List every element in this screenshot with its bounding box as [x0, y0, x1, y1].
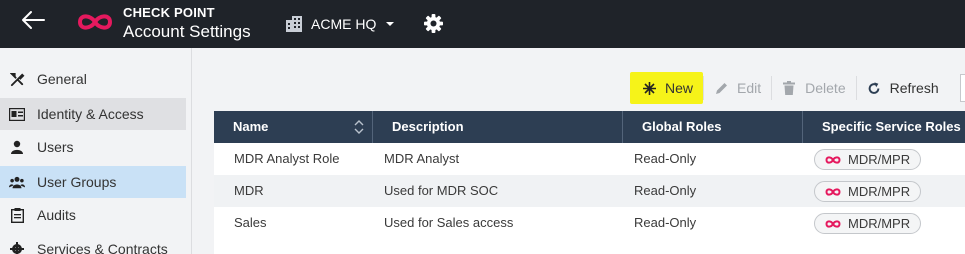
sidebar-item-general[interactable]: General — [0, 63, 186, 95]
service-role-label: MDR/MPR — [848, 184, 911, 199]
cell-global-roles: Read-Only — [634, 151, 697, 166]
back-arrow-icon[interactable] — [20, 9, 46, 31]
service-role-badge: MDR/MPR — [814, 181, 922, 202]
column-header-label: Global Roles — [642, 119, 722, 134]
sort-icon[interactable] — [354, 120, 364, 134]
service-role-label: MDR/MPR — [848, 216, 911, 231]
sidebar-nav: General Identity & Access Users User Gro… — [0, 48, 192, 254]
top-header: CHECK POINT Account Settings ACME HQ — [0, 0, 965, 48]
column-header-name[interactable]: Name — [214, 111, 372, 143]
cell-name: MDR Analyst Role — [234, 151, 340, 166]
brand-name: CHECK POINT — [123, 5, 215, 20]
sparkle-icon — [642, 81, 656, 95]
table-row[interactable]: MDR Used for MDR SOC Read-Only MDR/MPR — [214, 175, 965, 207]
new-button[interactable]: New — [630, 72, 704, 104]
cell-description: MDR Analyst — [384, 151, 460, 166]
tools-icon — [9, 71, 25, 87]
edit-button[interactable]: Edit — [704, 72, 771, 104]
refresh-button[interactable]: Refresh — [857, 72, 949, 104]
users-icon — [9, 174, 25, 190]
search-input[interactable] — [960, 74, 965, 102]
service-role-badge: MDR/MPR — [814, 149, 922, 170]
column-header-global-roles[interactable]: Global Roles — [622, 111, 802, 143]
cell-description: Used for Sales access — [384, 215, 514, 230]
sidebar-item-label: General — [37, 71, 87, 87]
user-groups-table: Name Description Global Roles Specific S… — [214, 111, 965, 254]
column-header-label: Specific Service Roles — [822, 119, 961, 134]
sidebar-item-services-contracts[interactable]: Services & Contracts — [0, 233, 186, 254]
column-header-description[interactable]: Description — [372, 111, 622, 143]
cell-global-roles: Read-Only — [634, 215, 697, 230]
refresh-button-label: Refresh — [889, 80, 939, 96]
cell-global-roles: Read-Only — [634, 183, 697, 198]
table-row[interactable]: MDR Analyst Role MDR Analyst Read-Only M… — [214, 143, 965, 175]
service-role-label: MDR/MPR — [848, 152, 911, 167]
trash-icon — [782, 81, 796, 95]
table-header: Name Description Global Roles Specific S… — [214, 111, 965, 143]
refresh-icon — [867, 81, 881, 95]
sidebar-item-label: User Groups — [37, 174, 117, 190]
caret-down-icon — [386, 22, 395, 26]
environment-selector[interactable]: ACME HQ — [285, 14, 395, 34]
user-icon — [9, 139, 25, 155]
id-card-icon — [9, 106, 25, 122]
page-title: Account Settings — [123, 22, 251, 41]
service-role-badge: MDR/MPR — [814, 213, 922, 234]
table-row[interactable]: Sales Used for Sales access Read-Only MD… — [214, 207, 965, 239]
cell-description: Used for MDR SOC — [384, 183, 499, 198]
column-header-label: Description — [392, 119, 464, 134]
cell-name: Sales — [234, 215, 267, 230]
pencil-icon — [714, 81, 728, 95]
environment-label: ACME HQ — [311, 16, 377, 32]
building-icon — [286, 16, 302, 32]
sidebar-item-label: Users — [37, 139, 74, 155]
cell-name: MDR — [234, 183, 264, 198]
checkpoint-logo-icon — [825, 219, 841, 228]
new-button-label: New — [665, 80, 694, 96]
sidebar-item-identity-access[interactable]: Identity & Access — [0, 98, 186, 130]
sidebar-item-audits[interactable]: Audits — [0, 199, 186, 231]
delete-button-label: Delete — [805, 80, 846, 96]
sidebar-item-user-groups[interactable]: User Groups — [0, 166, 186, 198]
sidebar-item-label: Identity & Access — [37, 106, 144, 122]
checkpoint-logo-icon — [77, 14, 113, 30]
checkpoint-logo-icon — [825, 187, 841, 196]
clipboard-icon — [9, 207, 25, 223]
gear-icon[interactable] — [424, 14, 443, 33]
gear-icon — [9, 241, 25, 254]
delete-button[interactable]: Delete — [772, 72, 855, 104]
column-header-specific-service-roles[interactable]: Specific Service Roles — [802, 111, 965, 143]
table-toolbar: New Edit Delete Refresh — [630, 72, 949, 104]
column-header-label: Name — [233, 119, 269, 134]
checkpoint-logo-icon — [825, 155, 841, 164]
edit-button-label: Edit — [737, 80, 762, 96]
sidebar-item-users[interactable]: Users — [0, 131, 186, 163]
sidebar-item-label: Services & Contracts — [37, 241, 168, 254]
sidebar-item-label: Audits — [37, 207, 76, 223]
